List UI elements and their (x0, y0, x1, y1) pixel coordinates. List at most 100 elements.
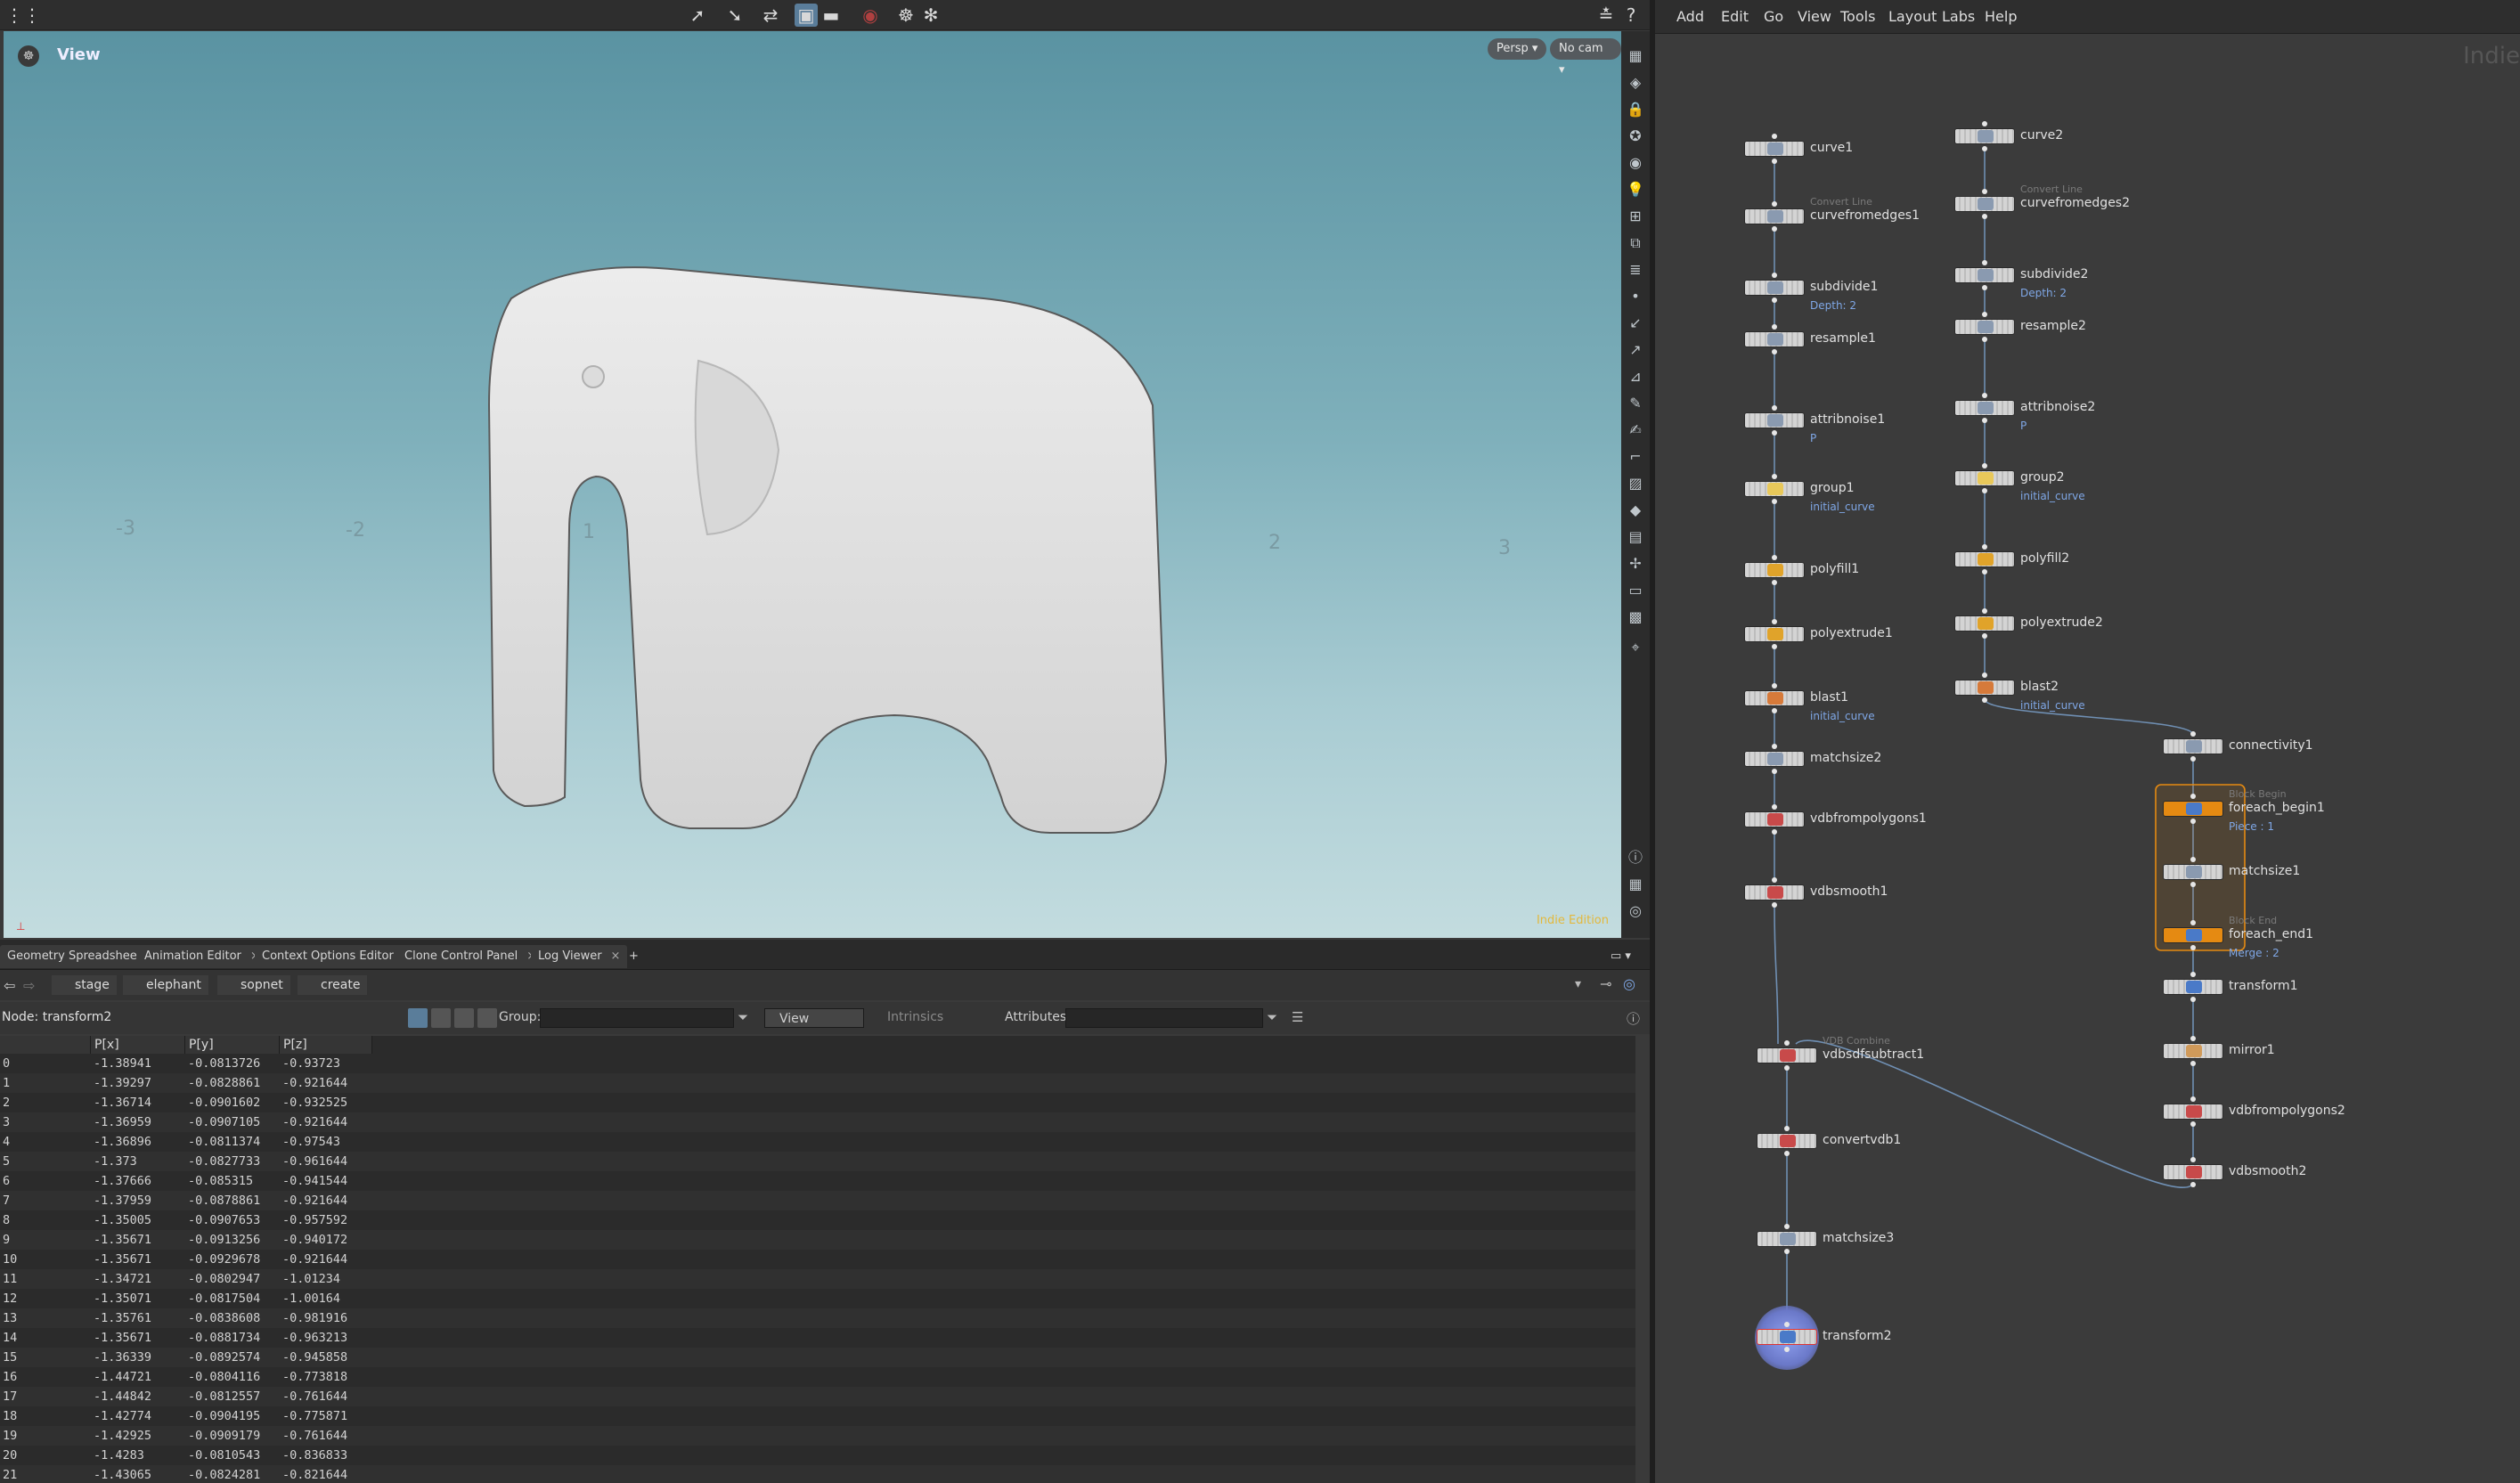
input-connector[interactable] (1772, 804, 1777, 810)
info-icon[interactable]: ⓘ (1625, 847, 1646, 868)
menu-view[interactable]: View (1798, 8, 1831, 25)
output-connector[interactable] (1772, 430, 1777, 436)
node-body[interactable] (1757, 1133, 1817, 1149)
input-connector[interactable] (1772, 744, 1777, 749)
pin-icon[interactable]: ⊸ (1600, 975, 1611, 992)
table-row[interactable]: 18 -1.42774 -0.0904195 -0.775871 (0, 1406, 1635, 1426)
table-row[interactable]: 8 -1.35005 -0.0907653 -0.957592 (0, 1210, 1635, 1230)
input-connector[interactable] (1772, 405, 1777, 411)
view-dropdown[interactable]: View (764, 1008, 864, 1028)
input-connector[interactable] (1784, 1224, 1790, 1229)
bounds-icon[interactable]: ⌐ (1625, 446, 1646, 468)
table-row[interactable]: 9 -1.35671 -0.0913256 -0.940172 (0, 1230, 1635, 1250)
input-connector[interactable] (1772, 324, 1777, 330)
output-connector[interactable] (2190, 756, 2196, 762)
node-body[interactable] (1744, 811, 1805, 827)
node-body[interactable] (1744, 280, 1805, 296)
output-connector[interactable] (1982, 285, 1987, 290)
node-body[interactable] (2163, 1104, 2223, 1120)
copy-icon[interactable]: ▭ (1625, 580, 1646, 601)
transform-icon[interactable]: ➘ (723, 4, 746, 27)
points-mode-icon[interactable] (408, 1008, 428, 1028)
output-connector[interactable] (1982, 569, 1987, 574)
table-row[interactable]: 11 -1.34721 -0.0802947 -1.01234 (0, 1269, 1635, 1289)
node-body[interactable] (1954, 615, 2015, 631)
tab-context-options-editor[interactable]: Context Options Editor× (255, 945, 420, 968)
3d-viewport[interactable]: ☸ View Persp ▾ No cam ▾ -3 -2 1 2 3 ⊥ In… (4, 31, 1621, 938)
menu-edit[interactable]: Edit (1721, 8, 1749, 25)
node-body[interactable] (1954, 680, 2015, 696)
output-connector[interactable] (1784, 1065, 1790, 1071)
columns-menu-icon[interactable]: ☰ (1292, 1009, 1303, 1025)
table-row[interactable]: 10 -1.35671 -0.0929678 -0.921644 (0, 1250, 1635, 1269)
detail-mode-icon[interactable] (477, 1008, 497, 1028)
input-connector[interactable] (2190, 1036, 2196, 1041)
input-connector[interactable] (1982, 121, 1987, 126)
input-connector[interactable] (1772, 683, 1777, 689)
node-body[interactable] (1744, 412, 1805, 428)
output-connector[interactable] (2190, 819, 2196, 824)
output-connector[interactable] (1772, 829, 1777, 835)
node-body[interactable] (2163, 1164, 2223, 1180)
node-body[interactable] (2163, 738, 2223, 754)
table-row[interactable]: 5 -1.373 -0.0827733 -0.961644 (0, 1152, 1635, 1171)
node-body[interactable] (1744, 562, 1805, 578)
select-icon[interactable]: ➚ (686, 4, 709, 27)
node-body[interactable] (1757, 1231, 1817, 1247)
normal-icon[interactable]: ↙ (1625, 313, 1646, 334)
node-body[interactable] (2163, 927, 2223, 943)
column-header-px[interactable]: P[x] (91, 1036, 185, 1054)
input-connector[interactable] (2190, 1157, 2196, 1162)
view-icon[interactable]: ▬ (820, 4, 843, 27)
output-connector[interactable] (1982, 337, 1987, 342)
spreadsheet-table[interactable]: P[x] P[y] P[z] 0 -1.38941 -0.0813726 -0.937… (0, 1036, 1635, 1483)
input-connector[interactable] (1772, 273, 1777, 278)
breadcrumb-create[interactable]: create (298, 975, 368, 995)
display-icon[interactable]: ▦ (1625, 45, 1646, 67)
camera-icon[interactable]: ⧉ (1625, 232, 1646, 254)
table-row[interactable]: 17 -1.44842 -0.0812557 -0.761644 (0, 1387, 1635, 1406)
handle-icon[interactable]: ⇄ (759, 4, 782, 27)
help-icon[interactable]: ? (1619, 4, 1643, 27)
node-body[interactable] (1954, 319, 2015, 335)
output-connector[interactable] (1772, 159, 1777, 164)
settings-icon[interactable]: ✻ (919, 4, 942, 27)
output-connector[interactable] (1982, 214, 1987, 219)
add-tab-icon[interactable]: + (622, 945, 646, 968)
attributes-field[interactable] (1065, 1008, 1263, 1028)
back-icon[interactable]: ⇦ (4, 977, 15, 994)
lock-icon[interactable]: 🔒 (1625, 99, 1646, 120)
output-connector[interactable] (1772, 297, 1777, 303)
table-row[interactable]: 16 -1.44721 -0.0804116 -0.773818 (0, 1367, 1635, 1387)
shade-icon[interactable]: ◆ (1625, 500, 1646, 521)
output-connector[interactable] (1772, 902, 1777, 908)
output-connector[interactable] (1982, 697, 1987, 703)
node-body[interactable] (1757, 1329, 1817, 1345)
node-body[interactable] (1744, 690, 1805, 706)
table-row[interactable]: 0 -1.38941 -0.0813726 -0.93723 (0, 1054, 1635, 1073)
table-row[interactable]: 6 -1.37666 -0.085315 -0.941544 (0, 1171, 1635, 1191)
node-body[interactable] (1954, 551, 2015, 567)
table-row[interactable]: 3 -1.36959 -0.0907105 -0.921644 (0, 1112, 1635, 1132)
node-body[interactable] (2163, 801, 2223, 817)
input-connector[interactable] (1982, 672, 1987, 678)
tab-animation-editor[interactable]: Animation Editor× (137, 945, 267, 968)
table-row[interactable]: 7 -1.37959 -0.0878861 -0.921644 (0, 1191, 1635, 1210)
input-connector[interactable] (2190, 1096, 2196, 1102)
node-body[interactable] (1744, 141, 1805, 157)
intrinsics-label[interactable]: Intrinsics (887, 1010, 943, 1024)
breadcrumb-stage[interactable]: stage (52, 975, 117, 995)
input-connector[interactable] (1982, 312, 1987, 317)
output-connector[interactable] (1784, 1347, 1790, 1352)
node-body[interactable] (1744, 331, 1805, 347)
input-connector[interactable] (1772, 134, 1777, 139)
output-connector[interactable] (1784, 1151, 1790, 1156)
output-connector[interactable] (1784, 1249, 1790, 1254)
input-connector[interactable] (1982, 189, 1987, 194)
output-connector[interactable] (1772, 349, 1777, 354)
table-row[interactable]: 13 -1.35761 -0.0838608 -0.981916 (0, 1308, 1635, 1328)
group-field[interactable] (540, 1008, 734, 1028)
table-row[interactable]: 19 -1.42925 -0.0909179 -0.761644 (0, 1426, 1635, 1446)
output-connector[interactable] (2190, 1182, 2196, 1187)
node-body[interactable] (1744, 751, 1805, 767)
